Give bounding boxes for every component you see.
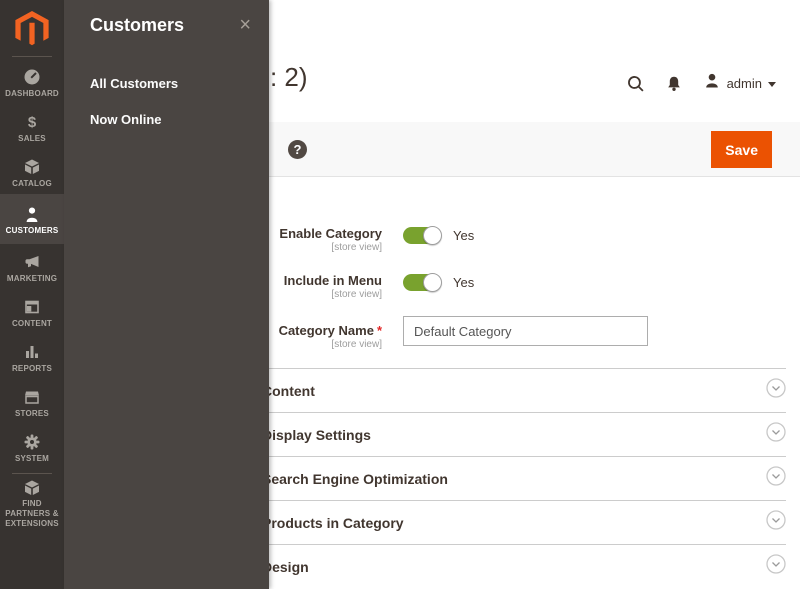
content-icon <box>23 298 41 317</box>
section-search-engine-optimization[interactable]: Search Engine Optimization <box>262 456 786 500</box>
field-label: Category Name* [store view] <box>262 316 382 350</box>
include-in-menu-label: Include in Menu <box>262 273 382 288</box>
category-name-input[interactable] <box>403 316 648 346</box>
flyout-header: Customers × <box>64 0 269 36</box>
sidebar-item-reports[interactable]: REPORTS <box>0 334 64 379</box>
notifications-bell-icon[interactable] <box>665 75 683 93</box>
stores-icon <box>23 388 41 407</box>
admin-sidebar: DASHBOARD $ SALES CATALOG C <box>0 0 64 589</box>
catalog-icon <box>23 158 41 177</box>
enable-category-toggle[interactable] <box>403 227 440 244</box>
sidebar-menu: DASHBOARD $ SALES CATALOG C <box>0 59 64 528</box>
required-asterisk: * <box>377 323 382 338</box>
sidebar-item-dashboard[interactable]: DASHBOARD <box>0 59 64 104</box>
admin-user-menu[interactable]: admin <box>703 72 776 95</box>
sidebar-divider <box>12 56 52 57</box>
sidebar-item-sales[interactable]: $ SALES <box>0 104 64 149</box>
find-partners-icon <box>23 479 41 497</box>
sidebar-item-customers[interactable]: CUSTOMERS <box>0 194 64 244</box>
search-icon[interactable] <box>626 74 645 93</box>
submenu-item-now-online[interactable]: Now Online <box>64 112 269 127</box>
section-content[interactable]: Content <box>262 368 786 412</box>
category-name-label: Category Name* <box>262 323 382 338</box>
sidebar-item-find-partners[interactable]: FIND PARTNERS & EXTENSIONS <box>0 476 64 528</box>
sidebar-item-marketing[interactable]: MARKETING <box>0 244 64 289</box>
section-display-settings[interactable]: Display Settings <box>262 412 786 456</box>
sidebar-divider <box>12 473 52 474</box>
marketing-icon <box>23 253 41 272</box>
customers-icon <box>23 205 41 224</box>
sidebar-item-stores[interactable]: STORES <box>0 379 64 424</box>
section-design[interactable]: Design <box>262 544 786 588</box>
sidebar-item-system[interactable]: SYSTEM <box>0 424 64 469</box>
sales-icon: $ <box>28 113 36 132</box>
flyout-title: Customers <box>90 15 184 36</box>
toggle-value-label: Yes <box>453 228 474 243</box>
scope-label: [store view] <box>262 242 382 253</box>
enable-category-field: Enable Category [store view] Yes <box>262 226 786 253</box>
close-icon[interactable]: × <box>239 15 251 35</box>
enable-category-label: Enable Category <box>262 226 382 241</box>
user-avatar-icon <box>703 72 721 95</box>
chevron-circle-icon <box>766 510 786 535</box>
scope-label: [store view] <box>262 289 382 300</box>
customers-submenu-flyout: Customers × All Customers Now Online <box>64 0 269 589</box>
system-icon <box>23 433 41 452</box>
scope-label: [store view] <box>262 339 382 350</box>
toggle-knob <box>423 273 442 292</box>
sidebar-item-content[interactable]: CONTENT <box>0 289 64 334</box>
toggle-value-label: Yes <box>453 275 474 290</box>
field-label: Include in Menu [store view] <box>262 273 382 300</box>
chevron-down-icon <box>768 82 776 87</box>
field-control: Yes <box>403 226 474 253</box>
include-in-menu-field: Include in Menu [store view] Yes <box>262 273 786 300</box>
field-control <box>403 316 648 350</box>
chevron-circle-icon <box>766 466 786 491</box>
reports-icon <box>23 343 41 362</box>
field-label: Enable Category [store view] <box>262 226 382 253</box>
username-label: admin <box>727 76 762 91</box>
chevron-circle-icon <box>766 554 786 579</box>
magento-logo[interactable] <box>0 0 64 52</box>
field-control: Yes <box>403 273 474 300</box>
chevron-circle-icon <box>766 378 786 403</box>
header-actions: admin <box>626 72 776 95</box>
accordion-sections: Content Display Settings Search Engine O… <box>262 368 786 588</box>
chevron-circle-icon <box>766 422 786 447</box>
sidebar-item-catalog[interactable]: CATALOG <box>0 149 64 194</box>
submenu-item-all-customers[interactable]: All Customers <box>64 76 269 91</box>
save-button[interactable]: Save <box>711 131 772 168</box>
section-products-in-category[interactable]: Products in Category <box>262 500 786 544</box>
dashboard-icon <box>23 68 41 87</box>
flyout-menu-list: All Customers Now Online <box>64 76 269 127</box>
help-icon[interactable]: ? <box>288 140 307 159</box>
toggle-knob <box>423 226 442 245</box>
include-in-menu-toggle[interactable] <box>403 274 440 291</box>
category-name-field: Category Name* [store view] <box>262 316 786 350</box>
